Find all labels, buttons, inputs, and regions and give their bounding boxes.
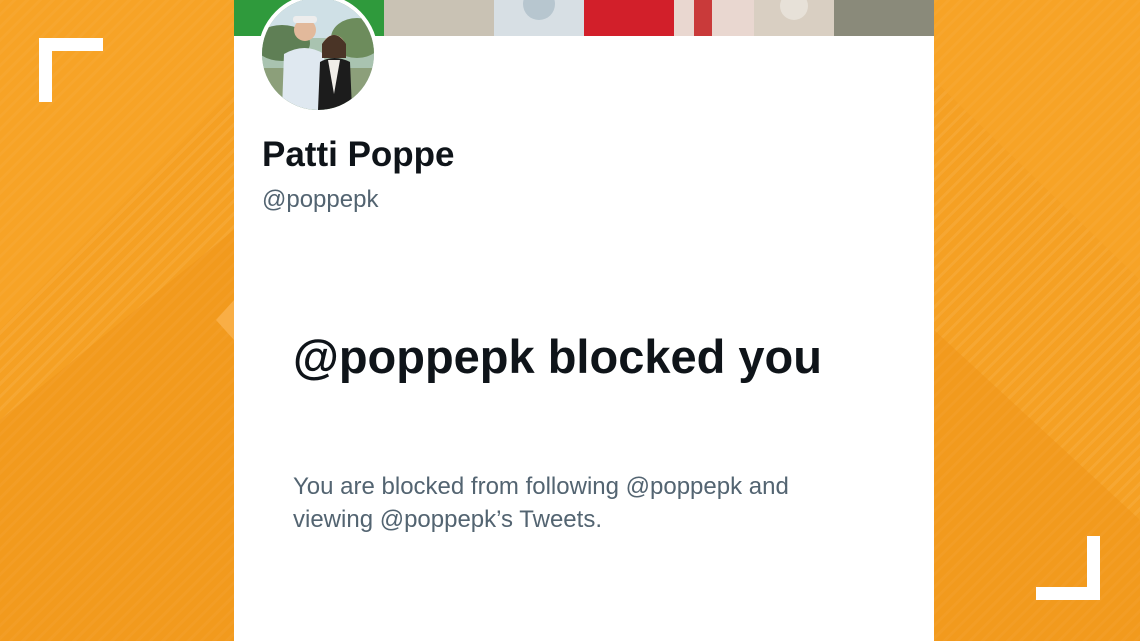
profile-card: Patti Poppe @poppepk @poppepk blocked yo…	[234, 0, 934, 641]
profile-handle: @poppepk	[262, 186, 379, 213]
background-left-panel	[0, 0, 234, 641]
frame-corner-top-left	[39, 38, 103, 102]
blocked-notice-title: @poppepk blocked you	[293, 330, 822, 383]
blocked-notice-description: You are blocked from following @poppepk …	[293, 473, 789, 533]
frame-corner-bottom-right	[1036, 536, 1100, 600]
profile-avatar[interactable]	[258, 0, 378, 114]
profile-display-name: Patti Poppe	[262, 135, 455, 174]
